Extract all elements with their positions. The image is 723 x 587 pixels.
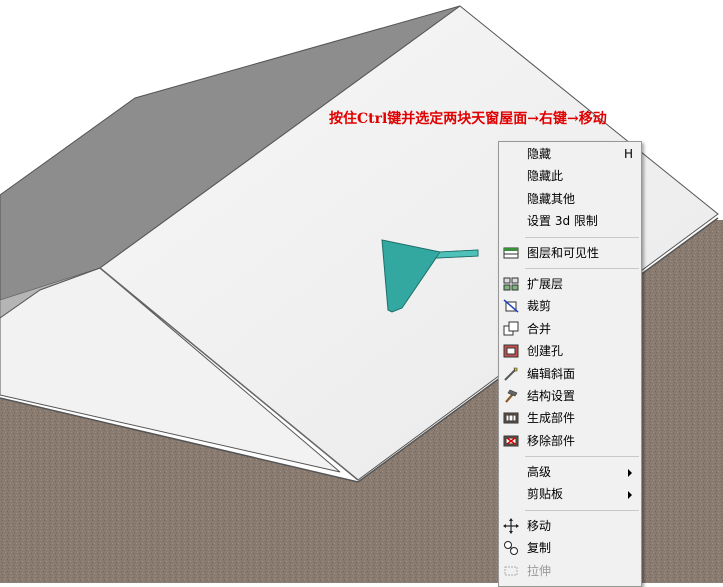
stretch-icon (503, 563, 519, 579)
menu-item-label: 隐藏其他 (527, 191, 576, 206)
menu-item-merge[interactable]: 合并 (499, 318, 641, 340)
trim-icon (503, 298, 519, 314)
menu-item-label: 移动 (527, 518, 552, 533)
menu-item-move[interactable]: 移动 (499, 515, 641, 537)
shortcut-label: H (623, 147, 633, 161)
menu-item-hide[interactable]: 隐藏 H (499, 143, 641, 165)
menu-item-label: 生成部件 (527, 411, 576, 426)
menu-item-clipboard[interactable]: 剪贴板 (499, 483, 641, 505)
menu-item-set-3d-limit[interactable]: 设置 3d 限制 (499, 210, 641, 232)
menu-item-edit-bevel[interactable]: 编辑斜面 (499, 363, 641, 385)
menu-item-create-hole[interactable]: 创建孔 (499, 340, 641, 362)
layers-icon (503, 245, 519, 261)
menu-item-label: 创建孔 (527, 344, 564, 359)
menu-separator (525, 267, 639, 269)
menu-item-label: 扩展层 (527, 276, 564, 291)
menu-item-label: 拉伸 (527, 563, 552, 578)
menu-item-hide-others[interactable]: 隐藏其他 (499, 188, 641, 210)
merge-icon (503, 321, 519, 337)
menu-item-hide-this[interactable]: 隐藏此 (499, 165, 641, 187)
menu-item-label: 设置 3d 限制 (527, 214, 598, 229)
menu-item-layers-visibility[interactable]: 图层和可见性 (499, 242, 641, 264)
menu-item-label: 复制 (527, 541, 552, 556)
edit-bevel-icon (503, 366, 519, 382)
submenu-arrow-icon (628, 491, 632, 500)
menu-item-label: 合并 (527, 321, 552, 336)
remove-part-icon (503, 433, 519, 449)
menu-item-label: 剪贴板 (527, 487, 564, 502)
menu-separator (525, 509, 639, 511)
menu-item-label: 隐藏此 (527, 169, 564, 184)
extend-layer-icon (503, 276, 519, 292)
menu-item-label: 编辑斜面 (527, 366, 576, 381)
menu-item-remove-part[interactable]: 移除部件 (499, 430, 641, 452)
menu-item-copy[interactable]: 复制 (499, 537, 641, 559)
menu-item-label: 裁剪 (527, 299, 552, 314)
menu-item-extend-layer[interactable]: 扩展层 (499, 273, 641, 295)
menu-item-label: 隐藏 (527, 147, 552, 161)
menu-item-structure-settings[interactable]: 结构设置 (499, 385, 641, 407)
move-icon (503, 517, 519, 534)
instruction-annotation: 按住Ctrl键并选定两块天窗屋面→右键→移动 (329, 111, 607, 127)
menu-item-generate-part[interactable]: 生成部件 (499, 407, 641, 429)
menu-item-label: 图层和可见性 (527, 245, 600, 260)
create-hole-icon (503, 343, 519, 359)
menu-item-advanced[interactable]: 高级 (499, 461, 641, 483)
hammer-icon (503, 388, 519, 404)
copy-icon (503, 540, 519, 556)
menu-item-label: 移除部件 (527, 433, 576, 448)
menu-item-label: 高级 (527, 465, 552, 480)
submenu-arrow-icon (628, 469, 632, 478)
menu-item-trim[interactable]: 裁剪 (499, 295, 641, 317)
generate-part-icon (503, 410, 519, 426)
menu-item-stretch[interactable]: 拉伸 (499, 560, 641, 582)
menu-separator (525, 456, 639, 458)
menu-separator (525, 236, 639, 238)
menu-item-label: 结构设置 (527, 388, 576, 403)
context-menu: 隐藏 H 隐藏此 隐藏其他 设置 3d 限制 图层和可见性 扩展层 裁剪 合并 (498, 141, 642, 587)
